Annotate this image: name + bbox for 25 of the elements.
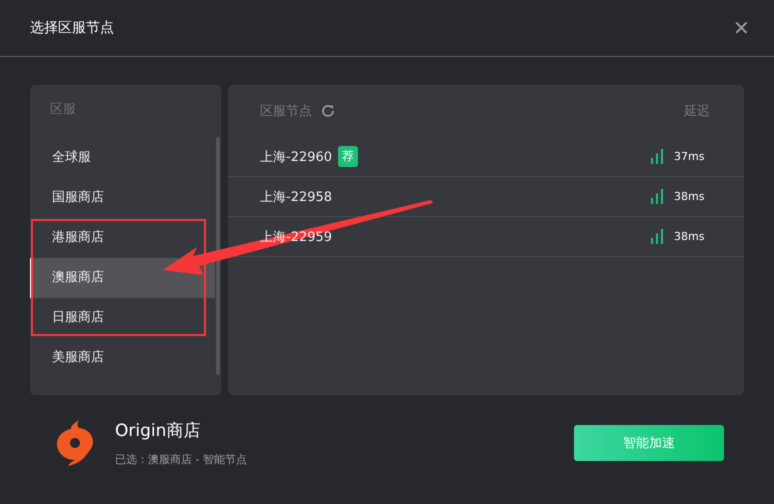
region-item[interactable]: 国服商店: [52, 190, 104, 205]
column-header: 区服: [49, 101, 77, 119]
column-header: 区服节点: [260, 103, 312, 120]
region-item[interactable]: 日服商店: [52, 310, 104, 325]
window-title: 选择区服节点: [30, 19, 114, 37]
latency-value: 38ms: [674, 190, 706, 203]
node-name: 上海-22960: [260, 148, 332, 166]
close-button[interactable]: ✕: [733, 16, 750, 40]
region-item[interactable]: 澳服商店: [52, 270, 104, 285]
signal-icon: [651, 149, 664, 164]
refresh-icon[interactable]: [320, 103, 336, 119]
node-row[interactable]: 上海-22960 荐 37ms: [228, 137, 744, 177]
region-item[interactable]: 全球服: [52, 150, 91, 165]
signal-icon: [651, 189, 664, 204]
region-item[interactable]: 美服商店: [52, 350, 104, 365]
signal-icon: [651, 229, 664, 244]
node-name: 上海-22958: [260, 188, 332, 206]
logo-icon: [57, 420, 93, 466]
app-name: Origin商店: [115, 420, 202, 442]
column-header: 延迟: [684, 103, 710, 120]
region-item[interactable]: 港服商店: [52, 230, 104, 245]
latency-value: 38ms: [674, 230, 706, 243]
selection-text: 已选：澳服商店 - 智能节点: [115, 452, 247, 467]
latency-value: 37ms: [674, 150, 706, 163]
recommend-badge: 荐: [338, 146, 358, 167]
